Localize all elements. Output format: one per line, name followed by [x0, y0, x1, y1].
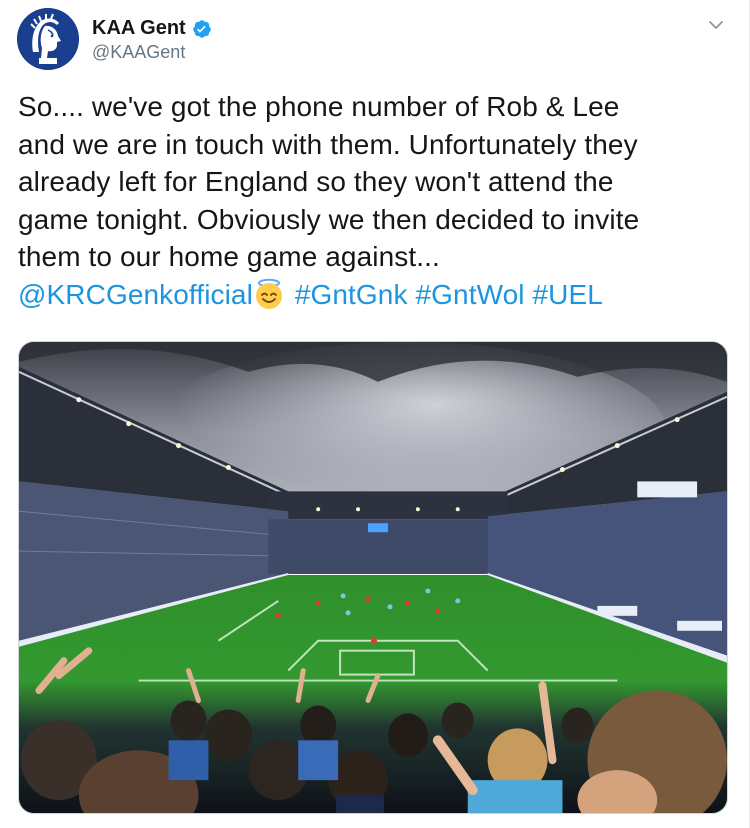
tweet-text-line: them to our home game against... [18, 241, 440, 272]
hashtag-link[interactable]: #UEL [533, 279, 603, 310]
author-name-row: KAA Gent [92, 17, 212, 40]
tweet-text-line: game tonight. Obviously we then decided … [18, 203, 640, 235]
kaa-gent-crest-icon [17, 8, 79, 70]
author-display-name[interactable]: KAA Gent [92, 17, 186, 40]
stadium-photo[interactable] [18, 341, 728, 814]
smiling-face-with-halo-icon [253, 278, 285, 310]
mention-link[interactable]: @KRCGenkofficial [18, 279, 253, 310]
tweet-card: KAA Gent @KAAGent So.... we've got the p… [0, 0, 750, 828]
hashtag-link[interactable]: #GntWol [415, 279, 524, 310]
author-handle[interactable]: @KAAGent [92, 42, 185, 63]
tweet-text-line: already left for England so they won't a… [18, 166, 614, 197]
verified-badge-icon [192, 19, 212, 39]
tweet-text-line: So.... we've got the phone number of Rob… [18, 91, 620, 122]
tweet-text-line: and we are in touch with them. Unfortuna… [18, 128, 638, 160]
tweet-text: So.... we've got the phone number of Rob… [18, 88, 730, 313]
avatar[interactable] [17, 8, 79, 70]
tweet-tags-line: @KRCGenkofficial #GntGnk #GntWol #UEL [18, 276, 730, 314]
more-options-caret-icon[interactable] [705, 14, 727, 36]
hashtag-link[interactable]: #GntGnk [295, 279, 408, 310]
